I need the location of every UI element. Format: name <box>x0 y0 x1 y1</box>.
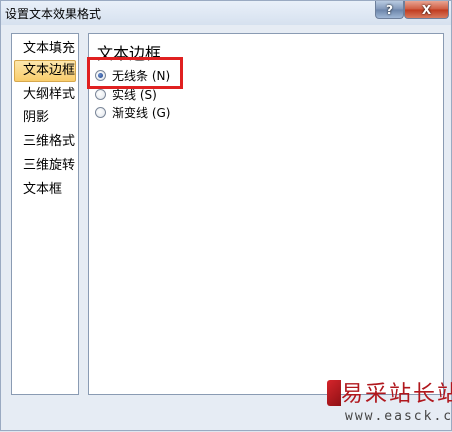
nav-item-text-box[interactable]: 文本框 <box>14 179 76 201</box>
format-text-effects-dialog: 设置文本效果格式 ? X 文本填充 文本边框 大纲样式 阴影 三维格式 三维旋转… <box>0 0 452 431</box>
close-button[interactable]: X <box>404 1 449 19</box>
radio-gradient-line[interactable]: 渐变线 (G) <box>95 104 170 120</box>
dialog-title: 设置文本效果格式 <box>5 7 102 21</box>
watermark-logo-icon <box>327 380 341 406</box>
nav-item-outline-style[interactable]: 大纲样式 <box>14 84 76 106</box>
category-list: 文本填充 文本边框 大纲样式 阴影 三维格式 三维旋转 文本框 <box>11 33 79 395</box>
radio-unchecked-icon[interactable] <box>95 88 106 100</box>
close-icon: X <box>421 2 432 17</box>
title-bar[interactable]: 设置文本效果格式 ? X <box>1 1 451 25</box>
help-button[interactable]: ? <box>375 1 404 19</box>
radio-unchecked-icon[interactable] <box>95 106 106 118</box>
red-highlight-annotation <box>87 57 183 89</box>
site-watermark: 易采站长站 www.easck.com <box>327 374 452 432</box>
nav-item-3d-rotation[interactable]: 三维旋转 <box>14 155 76 177</box>
nav-item-text-outline[interactable]: 文本边框 <box>14 60 76 82</box>
nav-item-text-fill[interactable]: 文本填充 <box>14 38 76 60</box>
help-icon: ? <box>386 2 393 17</box>
nav-item-3d-format[interactable]: 三维格式 <box>14 131 76 153</box>
watermark-url: www.easck.com <box>345 409 452 424</box>
radio-gradient-line-label: 渐变线 (G) <box>112 105 171 120</box>
watermark-name: 易采站长站 <box>341 382 452 407</box>
nav-item-shadow[interactable]: 阴影 <box>14 107 76 129</box>
